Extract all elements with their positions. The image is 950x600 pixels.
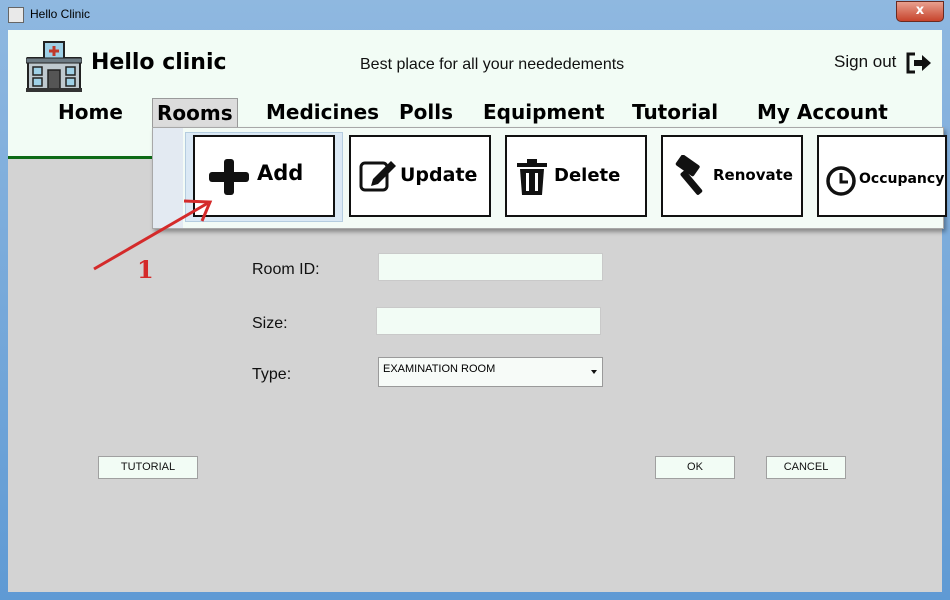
dropdown-arrow-icon [591,370,597,374]
delete-label: Delete [554,165,621,186]
delete-room-button[interactable]: Delete [505,135,647,217]
update-room-button[interactable]: Update [349,135,491,217]
app-icon [8,7,24,23]
client-area: Hello clinic Best place for all your nee… [8,30,947,592]
occupancy-label: Occupancy [859,171,945,187]
room-id-label: Room ID: [252,261,320,278]
nav-medicines[interactable]: Medicines [266,98,379,128]
hospital-building-icon [26,41,82,92]
tagline: Best place for all your neededements [360,56,625,73]
title-bar: Hello Clinic x [0,0,950,28]
nav-tutorial[interactable]: Tutorial [632,98,718,128]
nav-equipment[interactable]: Equipment [483,98,605,128]
clock-icon [826,166,856,196]
update-label: Update [400,164,478,186]
edit-icon [359,161,396,192]
type-label: Type: [252,366,292,383]
plus-icon [209,159,249,195]
nav-home[interactable]: Home [58,98,123,128]
trash-icon [517,159,547,195]
type-select-value: EXAMINATION ROOM [383,363,496,375]
nav-polls[interactable]: Polls [399,98,453,128]
room-id-field[interactable] [378,253,603,281]
renovate-label: Renovate [713,166,793,184]
rooms-submenu: Add Update Delete Renovate Occupancy [152,127,947,229]
nav-rooms[interactable]: Rooms [152,98,238,130]
occupancy-button[interactable]: Occupancy [817,135,947,217]
sign-out-icon[interactable] [905,51,933,75]
close-button[interactable]: x [896,1,944,22]
type-select[interactable]: EXAMINATION ROOM [378,357,603,387]
tutorial-button[interactable]: TUTORIAL [98,456,198,479]
window-frame: Hello Clinic x Hello clinic Best place f… [0,0,950,600]
ok-button[interactable]: OK [655,456,735,479]
add-label: Add [257,161,304,185]
size-label: Size: [252,315,288,332]
sign-out-link[interactable]: Sign out [834,52,896,72]
size-field[interactable] [376,307,601,335]
window-title: Hello Clinic [30,7,91,21]
annotation-number: 1 [137,255,154,284]
cancel-button[interactable]: CANCEL [766,456,846,479]
hammer-icon [675,155,703,195]
annotation-arrow-icon [93,199,213,271]
brand-name: Hello clinic [91,50,227,75]
renovate-room-button[interactable]: Renovate [661,135,803,217]
nav-my-account[interactable]: My Account [757,98,888,128]
